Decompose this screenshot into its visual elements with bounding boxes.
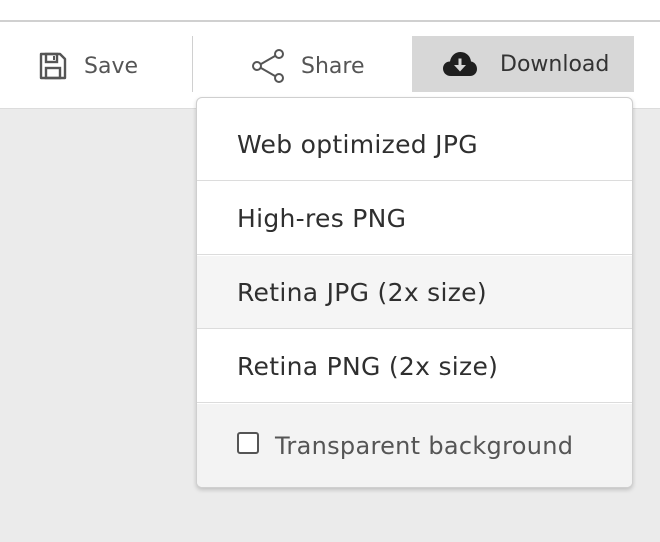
menu-item-retina-jpg[interactable]: Retina JPG (2x size) bbox=[197, 256, 632, 329]
toolbar-divider bbox=[192, 36, 193, 92]
download-dropdown-menu: Web optimized JPG High-res PNG Retina JP… bbox=[196, 97, 633, 488]
share-nodes-icon bbox=[251, 48, 287, 84]
transparent-background-option[interactable]: Transparent background bbox=[197, 404, 632, 487]
top-strip bbox=[0, 0, 660, 22]
menu-item-retina-png[interactable]: Retina PNG (2x size) bbox=[197, 330, 632, 403]
share-button[interactable]: Share bbox=[251, 46, 365, 86]
transparent-background-label: Transparent background bbox=[275, 431, 574, 460]
toolbar: Save Share Download bbox=[0, 22, 660, 109]
menu-item-high-res-png[interactable]: High-res PNG bbox=[197, 182, 632, 255]
cloud-download-icon bbox=[442, 50, 478, 78]
floppy-disk-icon bbox=[38, 51, 68, 81]
save-button-label: Save bbox=[84, 53, 139, 79]
download-button[interactable]: Download bbox=[412, 36, 634, 92]
save-button[interactable]: Save bbox=[38, 46, 138, 86]
share-button-label: Share bbox=[301, 53, 365, 79]
transparent-background-checkbox[interactable] bbox=[237, 431, 259, 454]
download-button-label: Download bbox=[500, 51, 610, 77]
menu-item-web-optimized-jpg[interactable]: Web optimized JPG bbox=[197, 108, 632, 181]
